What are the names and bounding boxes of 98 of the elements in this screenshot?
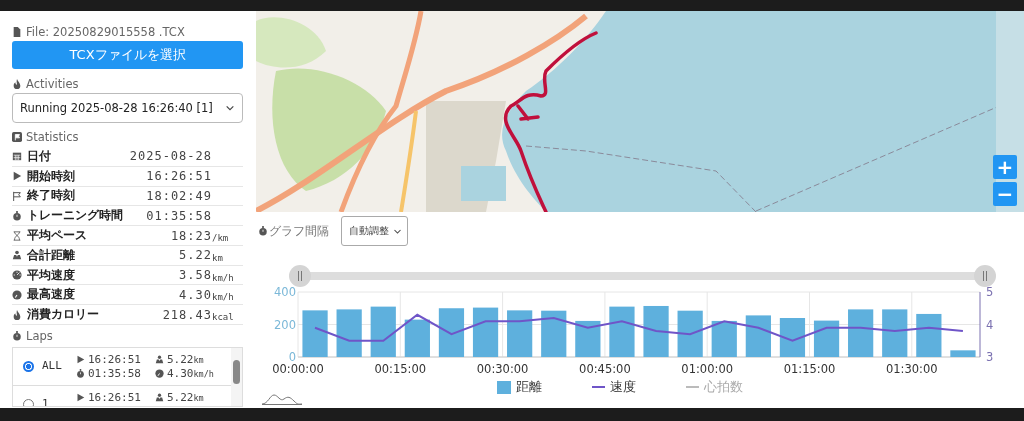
- bar: [472, 307, 499, 357]
- tick-label: 5: [986, 285, 994, 299]
- hourglass-icon: [12, 230, 22, 241]
- lap-distance: 5.22km: [167, 352, 204, 366]
- stopwatch-icon: [12, 210, 22, 221]
- file-icon: [12, 27, 22, 37]
- stopwatch-icon: [76, 368, 85, 378]
- map-pin-icon: [155, 354, 164, 364]
- legend-swatch: [497, 380, 511, 394]
- bar: [336, 309, 362, 357]
- tick-label: 4: [986, 317, 994, 332]
- flag-icon: [12, 132, 22, 142]
- map-pin-icon: [155, 392, 164, 402]
- tick-label: 200: [274, 317, 296, 332]
- flame-icon: [12, 79, 22, 89]
- stat-label: 日付: [27, 148, 51, 164]
- bar: [745, 315, 771, 357]
- bar: [438, 308, 465, 357]
- bar: [882, 309, 908, 357]
- stat-unit: km/h: [212, 272, 234, 283]
- bar: [779, 318, 806, 357]
- stat-label: トレーニング時間: [27, 208, 123, 224]
- bar: [575, 320, 601, 357]
- stat-label: 最高速度: [27, 287, 75, 303]
- bar: [609, 306, 635, 357]
- stopwatch-icon: [12, 330, 22, 341]
- play-icon: [76, 392, 85, 402]
- stat-unit: km: [212, 252, 223, 263]
- bar: [711, 320, 737, 357]
- scrollbar[interactable]: [231, 347, 242, 406]
- stat-label: 消費カロリー: [27, 307, 99, 322]
- bar: [677, 310, 703, 357]
- lap-start: 16:26:51: [88, 390, 142, 404]
- tick-label: 0: [288, 350, 296, 364]
- tick-label: 400: [274, 285, 296, 299]
- bar: [541, 310, 567, 357]
- bar: [370, 306, 396, 357]
- stat-value: 218.43: [162, 307, 212, 322]
- play-icon: [76, 354, 85, 364]
- stat-label: 合計距離: [27, 247, 75, 263]
- stat-unit: km/h: [212, 292, 234, 303]
- legend-item[interactable]: 速度: [592, 378, 636, 396]
- bar: [404, 319, 430, 357]
- flag-icon: [12, 190, 22, 201]
- calendar-icon: [12, 151, 22, 162]
- stat-value: 01:35:58: [146, 208, 212, 223]
- tick-label: 01:00:00: [681, 362, 734, 376]
- gauge-icon: [12, 270, 22, 280]
- stat-value: 16:26:51: [146, 169, 212, 184]
- bar: [643, 306, 669, 357]
- section-heading: Activities: [26, 77, 79, 91]
- lap-distance: 5.22km: [167, 390, 204, 404]
- file-name: File: 20250829015558 .TCX: [26, 25, 185, 39]
- tick-label: 3: [986, 350, 994, 364]
- stat-value: 18:23: [170, 228, 212, 243]
- lap-label: ALL: [42, 358, 63, 372]
- radio-button[interactable]: [23, 360, 34, 372]
- bar: [302, 310, 328, 357]
- play-icon: [12, 171, 22, 182]
- stat-label: 終了時刻: [27, 188, 75, 204]
- stat-unit: /km: [212, 233, 229, 243]
- stat-label: 平均速度: [27, 267, 75, 283]
- interval-select[interactable]: 自動調整: [341, 216, 408, 246]
- gauge-icon: [12, 289, 22, 300]
- wave-icon[interactable]: [262, 394, 302, 405]
- tick-label: 00:15:00: [374, 362, 427, 376]
- range-handle[interactable]: [974, 265, 996, 287]
- stat-label: 開始時刻: [27, 168, 75, 184]
- map-pin-icon: [12, 250, 22, 261]
- bar: [916, 313, 942, 357]
- bar: [813, 320, 840, 357]
- tick-label: 01:30:00: [885, 362, 938, 376]
- gauge-icon: [155, 368, 164, 378]
- lap-duration: 01:35:58: [88, 366, 142, 380]
- range-handle[interactable]: [289, 265, 311, 287]
- stat-value: 4.30: [179, 287, 212, 302]
- tick-label: 00:30:00: [476, 362, 529, 376]
- lap-start: 16:26:51: [88, 352, 142, 366]
- stat-value: 18:02:49: [146, 188, 212, 203]
- stat-label: 平均ペース: [27, 228, 87, 243]
- stat-value: 2025-08-28: [129, 149, 212, 164]
- bar: [950, 350, 976, 357]
- section-heading: Statistics: [26, 130, 79, 144]
- chevron-icon: [225, 103, 235, 113]
- lap-speed: 4.30km/h: [167, 366, 214, 380]
- tick-label: 00:45:00: [579, 362, 631, 376]
- stat-value: 5.22: [179, 248, 212, 263]
- interval-label: グラフ間隔: [269, 222, 329, 240]
- flame-icon: [12, 309, 22, 320]
- tick-label: 00:00:00: [272, 362, 324, 376]
- activity-select[interactable]: Running 2025-08-28 16:26:40 [1]: [12, 93, 243, 123]
- stat-value: 3.58: [179, 268, 212, 282]
- bar: [507, 310, 533, 357]
- legend-item[interactable]: 距離: [497, 378, 542, 396]
- tick-label: 01:15:00: [783, 362, 836, 376]
- bar: [848, 309, 874, 357]
- stat-unit: kcal: [212, 312, 234, 322]
- section-heading: Laps: [26, 328, 53, 343]
